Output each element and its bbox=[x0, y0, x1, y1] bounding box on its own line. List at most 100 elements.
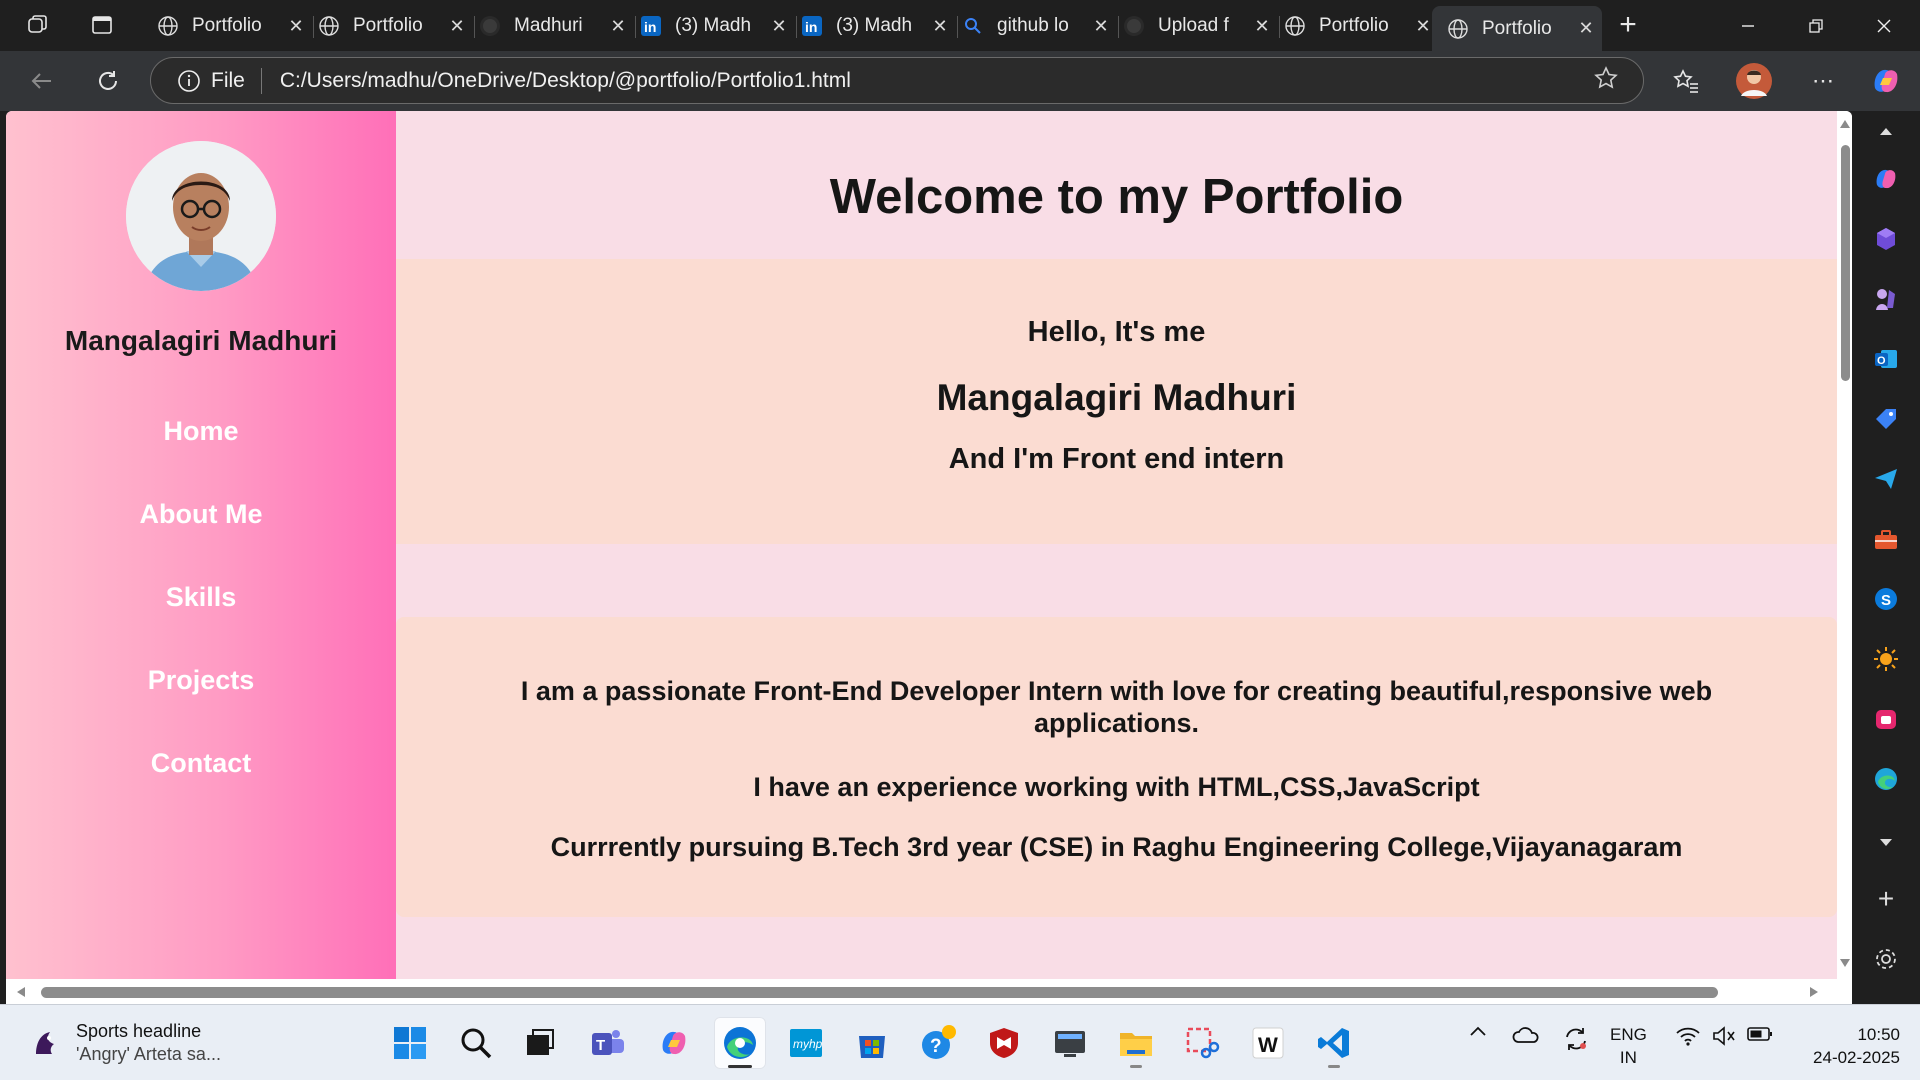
scroll-right-icon[interactable] bbox=[1809, 986, 1819, 998]
start-icon[interactable] bbox=[384, 1017, 436, 1069]
horizontal-scroll-thumb[interactable] bbox=[41, 987, 1718, 998]
tab-actions-icon[interactable] bbox=[84, 8, 120, 42]
tab-title: (3) Madh bbox=[836, 15, 913, 36]
system-clock[interactable]: 10:50 24-02-2025 bbox=[1790, 1023, 1900, 1069]
close-tab-icon[interactable]: ✕ bbox=[610, 16, 626, 37]
close-tab-icon[interactable]: ✕ bbox=[1254, 16, 1270, 37]
workspaces-icon[interactable] bbox=[20, 8, 56, 42]
close-tab-icon[interactable]: ✕ bbox=[1578, 18, 1594, 39]
browser-tab[interactable]: Portfolio ✕ bbox=[1269, 6, 1439, 46]
snipping-tool-icon[interactable] bbox=[1176, 1017, 1228, 1069]
refresh-icon[interactable] bbox=[90, 63, 126, 99]
outlook-icon[interactable]: O bbox=[1868, 341, 1904, 377]
nav-contact[interactable]: Contact bbox=[6, 748, 396, 779]
browser-tab[interactable]: in (3) Madh ✕ bbox=[786, 6, 958, 46]
volume-muted-icon[interactable] bbox=[1708, 1025, 1740, 1047]
vertical-scroll-thumb[interactable] bbox=[1841, 145, 1850, 381]
browser-tab[interactable]: Portfolio ✕ bbox=[142, 6, 314, 46]
url-text[interactable]: C:/Users/madhu/OneDrive/Desktop/@portfol… bbox=[280, 69, 1593, 93]
browser-tab[interactable]: in (3) Madh ✕ bbox=[625, 6, 797, 46]
task-view-icon[interactable] bbox=[514, 1017, 566, 1069]
svg-text:in: in bbox=[805, 19, 817, 35]
favorites-icon[interactable] bbox=[1668, 63, 1704, 99]
chevron-up-icon[interactable] bbox=[1868, 113, 1904, 149]
battery-icon[interactable] bbox=[1744, 1025, 1776, 1043]
hero-name: Mangalagiri Madhuri bbox=[936, 377, 1297, 418]
news-widget[interactable]: Sports headline 'Angry' Arteta sa... bbox=[28, 1021, 221, 1065]
svg-text:myhp: myhp bbox=[793, 1037, 823, 1051]
horizontal-scrollbar[interactable] bbox=[6, 979, 1852, 1004]
file-explorer-icon[interactable] bbox=[1110, 1017, 1162, 1069]
profile-avatar[interactable] bbox=[1736, 63, 1772, 99]
back-icon[interactable] bbox=[24, 63, 60, 99]
search-icon[interactable] bbox=[450, 1017, 502, 1069]
toolbox-icon[interactable] bbox=[1868, 521, 1904, 557]
close-tab-icon[interactable]: ✕ bbox=[449, 16, 465, 37]
microsoft-store-icon[interactable] bbox=[846, 1017, 898, 1069]
copilot-icon[interactable] bbox=[1868, 63, 1904, 99]
chevron-down-icon[interactable] bbox=[1868, 825, 1904, 861]
more-options-icon[interactable]: ⋯ bbox=[1806, 63, 1842, 99]
wifi-icon[interactable] bbox=[1672, 1025, 1704, 1047]
close-tab-icon[interactable]: ✕ bbox=[771, 16, 787, 37]
browser-tab[interactable]: Madhuri ✕ bbox=[464, 6, 636, 46]
vertical-scrollbar[interactable] bbox=[1837, 111, 1852, 979]
copilot-app-icon[interactable] bbox=[648, 1017, 700, 1069]
designer-icon[interactable] bbox=[1868, 221, 1904, 257]
close-tab-icon[interactable]: ✕ bbox=[1093, 16, 1109, 37]
nav-skills[interactable]: Skills bbox=[6, 582, 396, 613]
sync-icon[interactable] bbox=[1560, 1025, 1592, 1053]
skype-icon[interactable]: S bbox=[1868, 581, 1904, 617]
close-tab-icon[interactable]: ✕ bbox=[932, 16, 948, 37]
vscode-icon[interactable] bbox=[1308, 1017, 1360, 1069]
mcafee-icon[interactable] bbox=[978, 1017, 1030, 1069]
browser-tab[interactable]: Portfolio ✕ bbox=[303, 6, 475, 46]
copilot-icon[interactable] bbox=[1868, 161, 1904, 197]
browser-tab[interactable]: github lo ✕ bbox=[947, 6, 1119, 46]
settings-gear-icon[interactable] bbox=[1868, 941, 1904, 977]
browser-tab-active[interactable]: Portfolio ✕ bbox=[1432, 6, 1602, 51]
about-paragraph: Currrently pursuing B.Tech 3rd year (CSE… bbox=[550, 832, 1683, 862]
minimize-icon[interactable] bbox=[1714, 0, 1782, 51]
add-icon[interactable]: + bbox=[1868, 881, 1904, 917]
get-help-icon[interactable]: ? bbox=[912, 1017, 964, 1069]
close-window-icon[interactable] bbox=[1850, 0, 1918, 51]
remote-desktop-icon[interactable] bbox=[1044, 1017, 1096, 1069]
new-tab-icon[interactable]: + bbox=[1610, 8, 1646, 42]
portfolio-sidebar: Mangalagiri Madhuri Home About Me Skills… bbox=[6, 111, 396, 979]
info-icon[interactable] bbox=[177, 69, 201, 93]
show-hidden-icons-icon[interactable] bbox=[1466, 1025, 1490, 1037]
send-icon[interactable] bbox=[1868, 461, 1904, 497]
tag-icon[interactable] bbox=[1868, 401, 1904, 437]
github-icon bbox=[478, 14, 502, 38]
nav-projects[interactable]: Projects bbox=[6, 665, 396, 696]
browser-tab[interactable]: Upload f ✕ bbox=[1108, 6, 1280, 46]
clipchamp-icon[interactable] bbox=[1868, 701, 1904, 737]
teams-icon[interactable]: T bbox=[582, 1017, 634, 1069]
close-tab-icon[interactable]: ✕ bbox=[288, 16, 304, 37]
page-title: Welcome to my Portfolio bbox=[829, 170, 1404, 224]
edge-icon[interactable] bbox=[1868, 761, 1904, 797]
svg-text:T: T bbox=[596, 1037, 605, 1054]
nav-home[interactable]: Home bbox=[6, 416, 396, 447]
address-bar[interactable]: File C:/Users/madhu/OneDrive/Desktop/@po… bbox=[150, 57, 1644, 104]
word-icon[interactable]: W bbox=[1242, 1017, 1294, 1069]
scroll-left-icon[interactable] bbox=[16, 986, 26, 998]
favorite-star-icon[interactable] bbox=[1593, 65, 1619, 97]
tab-title: Upload f bbox=[1158, 15, 1229, 36]
nav-about-me[interactable]: About Me bbox=[6, 499, 396, 530]
restore-icon[interactable] bbox=[1782, 0, 1850, 51]
tab-title: Madhuri bbox=[514, 15, 583, 36]
edge-taskbar-icon[interactable] bbox=[714, 1017, 766, 1069]
games-icon[interactable] bbox=[1868, 281, 1904, 317]
language-indicator[interactable]: ENG IN bbox=[1610, 1023, 1647, 1069]
scroll-down-icon[interactable] bbox=[1839, 958, 1851, 968]
svg-text:in: in bbox=[644, 19, 656, 35]
myhp-icon[interactable]: myhp bbox=[780, 1017, 832, 1069]
sun-icon[interactable] bbox=[1868, 641, 1904, 677]
protocol-label: File bbox=[211, 68, 245, 92]
close-tab-icon[interactable]: ✕ bbox=[1415, 16, 1431, 37]
svg-text:?: ? bbox=[930, 1036, 942, 1057]
scroll-up-icon[interactable] bbox=[1839, 119, 1851, 129]
onedrive-icon[interactable] bbox=[1510, 1025, 1542, 1045]
